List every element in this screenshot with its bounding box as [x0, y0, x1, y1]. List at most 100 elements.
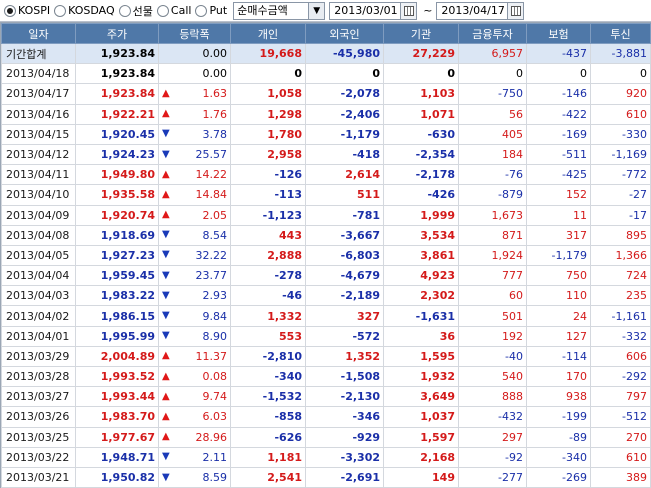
cell-financial-investment: 1,673	[458, 204, 527, 226]
change-value: 25.57	[195, 148, 228, 162]
radio-call[interactable]: Call	[156, 2, 191, 20]
triangle-down-icon: ▼	[162, 269, 170, 281]
date-range-separator: ~	[423, 4, 433, 17]
radio-kospi[interactable]: KOSPI	[4, 2, 50, 20]
col-header-change[interactable]: 등락폭	[158, 23, 231, 44]
table-row[interactable]: 2013/04/03 1,983.22 ▼ 2.93 -46 -2,189 2,302 60 1…	[1, 285, 651, 307]
table-row[interactable]: 2013/03/25 1,977.67 ▲ 28.96 -626 -929 1,597 297…	[1, 426, 651, 448]
cell-individual: -2,810	[230, 345, 306, 368]
table-row[interactable]: 2013/04/10 1,935.58 ▲ 14.84 -113 511 -426 -879 1…	[1, 184, 651, 206]
date-from-field[interactable]: 2013/03/01	[329, 1, 418, 20]
data-table: 일자 주가 등락폭 개인 외국인 기관 금융투자 보험 투신 기간합계 1,92…	[1, 23, 651, 488]
table-row[interactable]: 2013/04/15 1,920.45 ▼ 3.78 1,780 -1,179 -630 40…	[1, 123, 651, 145]
cell-change: ▼ 2.11	[158, 446, 231, 468]
cell-individual: -626	[230, 426, 306, 448]
col-header-trust[interactable]: 투신	[590, 23, 651, 44]
calendar-button[interactable]	[507, 2, 524, 19]
cell-price: 1,927.23	[75, 244, 159, 267]
cell-financial-investment: 888	[458, 386, 527, 408]
cell-individual: 2,958	[230, 143, 306, 166]
table-row[interactable]: 2013/04/11 1,949.80 ▲ 14.22 -126 2,614 -2,178-…	[1, 164, 651, 186]
cell-foreign: -781	[305, 204, 384, 226]
triangle-down-icon: ▼	[162, 310, 170, 322]
table-row[interactable]: 2013/04/09 1,920.74 ▲ 2.05 -1,123 -781 1,999 1,…	[1, 204, 651, 226]
cell-institution: 1,037	[383, 406, 459, 428]
col-header-price[interactable]: 주가	[75, 23, 159, 44]
table-row[interactable]: 2013/04/02 1,986.15 ▼ 9.84 1,332 327 -1,631 501…	[1, 305, 651, 327]
cell-date: 2013/04/12	[1, 143, 76, 166]
change-value: 1.76	[202, 107, 228, 121]
col-header-institution[interactable]: 기관	[383, 23, 459, 44]
table-row[interactable]: 2013/04/18 1,923.84 0.00 0 0 0 0 0 0	[1, 63, 651, 85]
cell-price: 1,993.44	[75, 386, 159, 408]
cell-trust: -17	[590, 204, 651, 226]
cell-change: ▼ 8.90	[158, 325, 231, 347]
cell-institution: -426	[383, 184, 459, 206]
cell-date: 2013/03/27	[1, 386, 76, 408]
cell-trust: 270	[590, 426, 651, 448]
radio-label: Put	[209, 4, 228, 17]
amount-type-select[interactable]: 순매수금액 ▼	[233, 1, 326, 20]
summary-row[interactable]: 기간합계 1,923.84 0.00 19,668 -45,980 27,229…	[1, 42, 651, 65]
table-row[interactable]: 2013/04/17 1,923.84 ▲ 1.63 1,058 -2,078 1,103-…	[1, 83, 651, 105]
cell-change: ▼ 8.59	[158, 466, 231, 488]
table-row[interactable]: 2013/04/16 1,922.21 ▲ 1.76 1,298 -2,406 1,071 5…	[1, 103, 651, 125]
cell-price: 1,923.84	[75, 63, 159, 85]
table-row[interactable]: 2013/03/29 2,004.89 ▲ 11.37 -2,810 1,352 1,595…	[1, 345, 651, 368]
date-to-field[interactable]: 2013/04/17	[436, 1, 525, 20]
calendar-button[interactable]	[400, 2, 417, 19]
table-row[interactable]: 2013/03/26 1,983.70 ▲ 6.03 -858 -346 1,037 -432…	[1, 406, 651, 428]
cell-foreign: -572	[305, 325, 384, 347]
triangle-down-icon: ▼	[162, 330, 170, 342]
summary-foreign: -45,980	[305, 42, 384, 65]
change-value: 0.00	[202, 67, 228, 81]
radio-kosdaq[interactable]: KOSDAQ	[54, 2, 115, 20]
table-row[interactable]: 2013/03/21 1,950.82 ▼ 8.59 2,541 -2,691 149 -27…	[1, 466, 651, 488]
cell-change: ▲ 28.96	[158, 426, 231, 448]
cell-individual: 2,541	[230, 466, 306, 488]
col-header-date[interactable]: 일자	[1, 23, 76, 44]
cell-price: 1,993.52	[75, 365, 159, 388]
table-row[interactable]: 2013/04/08 1,918.69 ▼ 8.54 443 -3,667 3,534 871…	[1, 224, 651, 246]
cell-foreign: -3,667	[305, 224, 384, 246]
cell-financial-investment: 777	[458, 265, 527, 287]
cell-trust: 235	[590, 285, 651, 307]
radio-put[interactable]: Put	[195, 2, 227, 20]
col-header-financial-investment[interactable]: 금융투자	[458, 23, 527, 44]
cell-insurance: 170	[526, 365, 591, 388]
cell-individual: -126	[230, 164, 306, 186]
cell-change: ▼ 2.93	[158, 285, 231, 307]
col-header-insurance[interactable]: 보험	[526, 23, 591, 44]
change-value: 14.84	[195, 188, 228, 202]
table-row[interactable]: 2013/04/04 1,959.45 ▼ 23.77 -278 -4,679 4,923 7…	[1, 265, 651, 287]
cell-date: 2013/04/02	[1, 305, 76, 327]
cell-insurance: -89	[526, 426, 591, 448]
radio-futures[interactable]: 선물	[118, 2, 153, 20]
cell-foreign: -4,679	[305, 265, 384, 287]
date-from-value[interactable]: 2013/03/01	[330, 3, 400, 19]
cell-price: 1,948.71	[75, 446, 159, 468]
cell-trust: 797	[590, 386, 651, 408]
summary-financial-investment: 6,957	[458, 42, 527, 65]
date-to-value[interactable]: 2013/04/17	[437, 3, 507, 19]
chevron-down-icon[interactable]: ▼	[308, 2, 325, 19]
cell-individual: -858	[230, 406, 306, 428]
table-row[interactable]: 2013/04/05 1,927.23 ▼ 32.22 2,888 -6,803 3,861…	[1, 244, 651, 267]
summary-insurance: -437	[526, 42, 591, 65]
cell-trust: -330	[590, 123, 651, 145]
cell-date: 2013/04/15	[1, 123, 76, 145]
triangle-up-icon: ▲	[162, 431, 170, 443]
col-header-individual[interactable]: 개인	[230, 23, 306, 44]
cell-date: 2013/03/29	[1, 345, 76, 368]
change-value: 1.63	[202, 87, 228, 101]
table-row[interactable]: 2013/04/12 1,924.23 ▼ 25.57 2,958 -418 -2,354 1…	[1, 143, 651, 166]
cell-financial-investment: -92	[458, 446, 527, 468]
table-row[interactable]: 2013/03/22 1,948.71 ▼ 2.11 1,181 -3,302 2,168-…	[1, 446, 651, 468]
cell-financial-investment: -277	[458, 466, 527, 488]
table-row[interactable]: 2013/03/27 1,993.44 ▲ 9.74 -1,532 -2,130 3,649…	[1, 386, 651, 408]
table-row[interactable]: 2013/04/01 1,995.99 ▼ 8.90 553 -572 36 192 127 -3…	[1, 325, 651, 347]
col-header-foreign[interactable]: 외국인	[305, 23, 384, 44]
table-row[interactable]: 2013/03/28 1,993.52 ▲ 0.08 -340 -1,508 1,932 54…	[1, 365, 651, 388]
cell-foreign: -3,302	[305, 446, 384, 468]
radio-label: KOSPI	[18, 4, 51, 17]
